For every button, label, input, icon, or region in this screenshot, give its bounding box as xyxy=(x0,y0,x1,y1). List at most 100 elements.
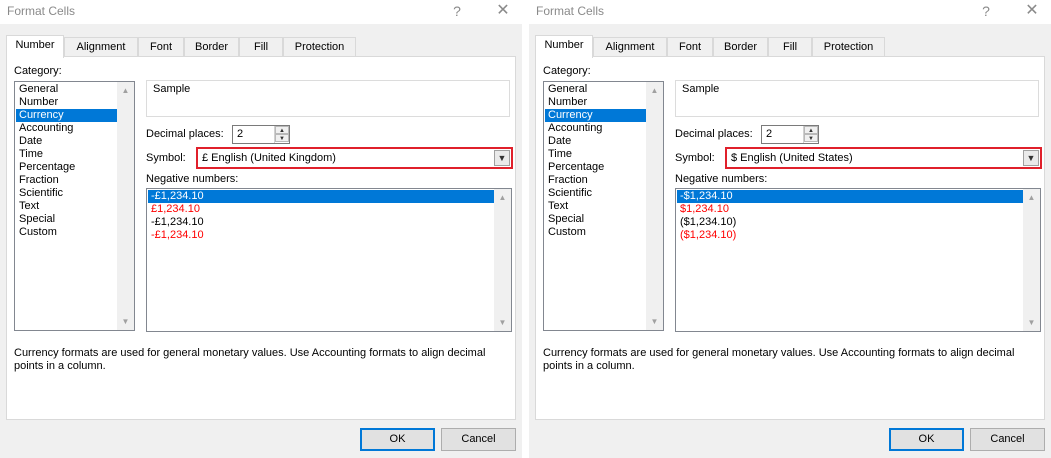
category-item-percentage[interactable]: Percentage xyxy=(545,161,646,174)
title-bar: Format Cells ? ✕ xyxy=(529,0,1051,24)
category-item-number[interactable]: Number xyxy=(16,96,117,109)
close-icon[interactable]: ✕ xyxy=(1021,1,1043,21)
sample-box: Sample xyxy=(675,80,1039,117)
help-icon[interactable]: ? xyxy=(975,1,997,21)
scroll-up-icon[interactable]: ▲ xyxy=(646,82,663,99)
decimal-places-value: 2 xyxy=(237,128,244,140)
category-item-text[interactable]: Text xyxy=(545,200,646,213)
scroll-up-icon[interactable]: ▲ xyxy=(1023,189,1040,206)
help-icon[interactable]: ? xyxy=(446,1,468,21)
spin-down-icon[interactable]: ▼ xyxy=(804,134,818,142)
decimal-places-value: 2 xyxy=(766,128,773,140)
negative-numbers-list[interactable]: -$1,234.10 $1,234.10 ($1,234.10) ($1,234… xyxy=(675,188,1041,332)
negative-number-option[interactable]: -$1,234.10 xyxy=(677,190,1023,203)
negative-number-option[interactable]: -£1,234.10 xyxy=(148,229,494,242)
scroll-down-icon[interactable]: ▼ xyxy=(1023,314,1040,331)
tab-protection[interactable]: Protection xyxy=(812,37,885,57)
negative-number-option[interactable]: £1,234.10 xyxy=(148,203,494,216)
tab-alignment[interactable]: Alignment xyxy=(593,37,667,57)
negative-numbers-scrollbar[interactable]: ▲ ▼ xyxy=(1023,189,1040,331)
negative-number-option[interactable]: ($1,234.10) xyxy=(677,229,1023,242)
category-item-time[interactable]: Time xyxy=(16,148,117,161)
category-item-currency[interactable]: Currency xyxy=(545,109,646,122)
tab-fill[interactable]: Fill xyxy=(239,37,283,57)
decimal-places-label: Decimal places: xyxy=(675,128,753,140)
format-cells-dialog-us: Format Cells ? ✕ Number Alignment Font B… xyxy=(529,0,1051,458)
tab-number[interactable]: Number xyxy=(6,35,64,58)
spin-up-icon[interactable]: ▲ xyxy=(275,126,289,134)
dialog-title: Format Cells xyxy=(536,4,605,18)
category-item-number[interactable]: Number xyxy=(545,96,646,109)
category-item-percentage[interactable]: Percentage xyxy=(16,161,117,174)
category-item-fraction[interactable]: Fraction xyxy=(545,174,646,187)
sample-box: Sample xyxy=(146,80,510,117)
negative-number-option[interactable]: -£1,234.10 xyxy=(148,190,494,203)
scroll-up-icon[interactable]: ▲ xyxy=(494,189,511,206)
category-item-custom[interactable]: Custom xyxy=(545,226,646,239)
category-item-scientific[interactable]: Scientific xyxy=(545,187,646,200)
symbol-dropdown[interactable]: $ English (United States) ▼ xyxy=(725,147,1042,169)
decimal-spinner[interactable]: ▲ ▼ xyxy=(274,126,289,143)
negative-numbers-label: Negative numbers: xyxy=(675,173,768,185)
category-label: Category: xyxy=(14,65,62,77)
scroll-down-icon[interactable]: ▼ xyxy=(494,314,511,331)
tab-fill[interactable]: Fill xyxy=(768,37,812,57)
scroll-up-icon[interactable]: ▲ xyxy=(117,82,134,99)
category-scrollbar[interactable]: ▲ ▼ xyxy=(117,82,134,330)
sample-label: Sample xyxy=(680,83,722,95)
category-item-scientific[interactable]: Scientific xyxy=(16,187,117,200)
category-item-date[interactable]: Date xyxy=(16,135,117,148)
number-tab-panel: Category: General Number Currency Accoun… xyxy=(6,56,516,420)
tab-font[interactable]: Font xyxy=(667,37,713,57)
decimal-places-input[interactable]: 2 ▲ ▼ xyxy=(232,125,290,144)
category-label: Category: xyxy=(543,65,591,77)
tab-number[interactable]: Number xyxy=(535,35,593,58)
tab-alignment[interactable]: Alignment xyxy=(64,37,138,57)
ok-button[interactable]: OK xyxy=(360,428,435,451)
spin-down-icon[interactable]: ▼ xyxy=(275,134,289,142)
category-item-general[interactable]: General xyxy=(16,83,117,96)
category-item-date[interactable]: Date xyxy=(545,135,646,148)
dialog-title: Format Cells xyxy=(7,4,76,18)
category-list[interactable]: General Number Currency Accounting Date … xyxy=(543,81,664,331)
category-item-general[interactable]: General xyxy=(545,83,646,96)
category-item-custom[interactable]: Custom xyxy=(16,226,117,239)
spin-up-icon[interactable]: ▲ xyxy=(804,126,818,134)
number-tab-panel: Category: General Number Currency Accoun… xyxy=(535,56,1045,420)
category-item-fraction[interactable]: Fraction xyxy=(16,174,117,187)
cancel-button[interactable]: Cancel xyxy=(970,428,1045,451)
negative-number-option[interactable]: ($1,234.10) xyxy=(677,216,1023,229)
scroll-down-icon[interactable]: ▼ xyxy=(117,313,134,330)
chevron-down-icon[interactable]: ▼ xyxy=(1023,150,1039,166)
negative-numbers-label: Negative numbers: xyxy=(146,173,239,185)
symbol-value: $ English (United States) xyxy=(731,152,853,164)
cancel-button[interactable]: Cancel xyxy=(441,428,516,451)
sample-label: Sample xyxy=(151,83,193,95)
category-item-accounting[interactable]: Accounting xyxy=(16,122,117,135)
category-item-special[interactable]: Special xyxy=(16,213,117,226)
tab-protection[interactable]: Protection xyxy=(283,37,356,57)
category-item-accounting[interactable]: Accounting xyxy=(545,122,646,135)
decimal-places-input[interactable]: 2 ▲ ▼ xyxy=(761,125,819,144)
negative-numbers-scrollbar[interactable]: ▲ ▼ xyxy=(494,189,511,331)
category-item-special[interactable]: Special xyxy=(545,213,646,226)
ok-button[interactable]: OK xyxy=(889,428,964,451)
format-cells-dialog-uk: Format Cells ? ✕ Number Alignment Font B… xyxy=(0,0,522,458)
tab-font[interactable]: Font xyxy=(138,37,184,57)
chevron-down-icon[interactable]: ▼ xyxy=(494,150,510,166)
scroll-down-icon[interactable]: ▼ xyxy=(646,313,663,330)
negative-numbers-list[interactable]: -£1,234.10 £1,234.10 -£1,234.10 -£1,234.… xyxy=(146,188,512,332)
category-item-time[interactable]: Time xyxy=(545,148,646,161)
category-item-currency[interactable]: Currency xyxy=(16,109,117,122)
category-item-text[interactable]: Text xyxy=(16,200,117,213)
negative-number-option[interactable]: -£1,234.10 xyxy=(148,216,494,229)
category-list[interactable]: General Number Currency Accounting Date … xyxy=(14,81,135,331)
tab-border[interactable]: Border xyxy=(713,37,768,57)
symbol-dropdown[interactable]: £ English (United Kingdom) ▼ xyxy=(196,147,513,169)
tab-border[interactable]: Border xyxy=(184,37,239,57)
category-scrollbar[interactable]: ▲ ▼ xyxy=(646,82,663,330)
negative-number-option[interactable]: $1,234.10 xyxy=(677,203,1023,216)
decimal-spinner[interactable]: ▲ ▼ xyxy=(803,126,818,143)
title-bar: Format Cells ? ✕ xyxy=(0,0,522,24)
close-icon[interactable]: ✕ xyxy=(492,1,514,21)
